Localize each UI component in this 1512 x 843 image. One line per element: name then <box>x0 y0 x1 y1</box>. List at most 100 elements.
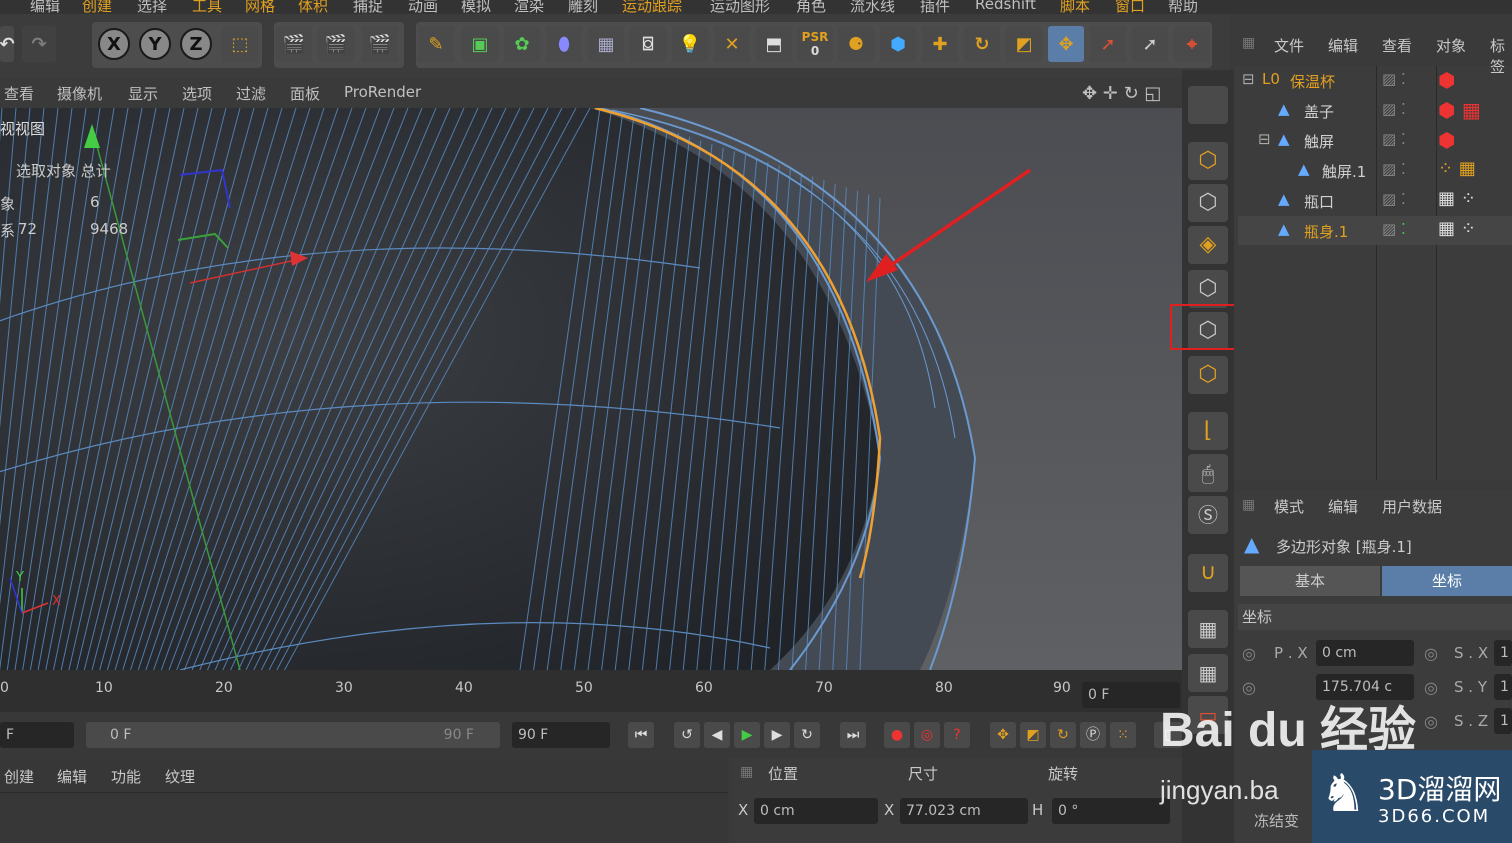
grid-icon[interactable]: ▦ <box>1188 654 1228 692</box>
go-to-end-icon[interactable]: ⏭ <box>840 722 866 748</box>
coordinate-system-icon[interactable]: ⬚ <box>222 26 258 62</box>
view-cube-icon[interactable]: ⬢ <box>880 26 916 62</box>
view-menu-camera[interactable]: 摄像机 <box>57 83 102 104</box>
tab-basic[interactable]: 基本 <box>1240 566 1380 596</box>
workplane-icon[interactable]: ◈ <box>1188 226 1228 264</box>
menu-select[interactable]: 选择 <box>137 0 167 14</box>
rotate-icon[interactable]: ↻ <box>964 26 1000 62</box>
menu-redshift[interactable]: Redshift <box>975 0 1036 13</box>
keyframe-radio-icon[interactable]: ◎ <box>1424 712 1438 731</box>
menu-tools[interactable]: 工具 <box>192 0 222 14</box>
sculpt-mode-icon[interactable] <box>1188 86 1228 124</box>
visibility-icon[interactable]: ▨ ⁚ <box>1382 160 1406 178</box>
view-menu-filter[interactable]: 过滤 <box>236 83 266 104</box>
menu-create[interactable]: 创建 <box>82 0 112 14</box>
menu-character[interactable]: 角色 <box>796 0 826 14</box>
workplane-lock-icon[interactable]: ▦ <box>1188 610 1228 648</box>
keyframe-radio-icon[interactable]: ◎ <box>1424 644 1438 663</box>
keyframe-radio-icon[interactable]: ◎ <box>1424 678 1438 697</box>
move-tool-icon[interactable]: ✥ <box>1048 26 1084 62</box>
scale-icon[interactable]: ◩ <box>1006 26 1042 62</box>
list-item[interactable]: ▲ 瓶口 ▨ ⁚ ▦ ⁘ <box>1238 186 1512 215</box>
obj-menu-file[interactable]: 文件 <box>1274 35 1304 56</box>
mat-menu-create[interactable]: 创建 <box>4 766 34 787</box>
obj-menu-object[interactable]: 对象 <box>1436 35 1466 56</box>
list-item[interactable]: ▲ 瓶身.1 ▨ ⁚ ▦ ⁘ <box>1238 216 1512 245</box>
menu-simulate[interactable]: 模拟 <box>461 0 491 14</box>
pos-x-field[interactable]: 0 cm <box>754 798 878 824</box>
x-axis-lock-button[interactable]: X <box>98 28 130 60</box>
material-tag-icon[interactable]: ⬢ <box>1438 128 1455 152</box>
camera-icon[interactable]: ⌼ <box>630 26 666 62</box>
auto-key-icon[interactable]: ◎ <box>914 722 940 748</box>
visibility-icon[interactable]: ▨ ⁚ <box>1382 220 1406 238</box>
tree-collapse-icon[interactable]: ⊟ <box>1258 130 1271 148</box>
light-bulb-icon[interactable]: 💡 <box>672 26 708 62</box>
menu-help[interactable]: 帮助 <box>1168 0 1198 14</box>
z-axis-lock-button[interactable]: Z <box>180 28 212 60</box>
menu-window[interactable]: 窗口 <box>1115 0 1145 14</box>
play-icon[interactable]: ▶ <box>734 722 760 748</box>
move-axis-icon[interactable]: ✚ <box>922 26 958 62</box>
polygons-mode-icon[interactable]: ⬡ <box>1188 356 1228 394</box>
mat-menu-edit[interactable]: 编辑 <box>57 766 87 787</box>
menu-volume[interactable]: 体积 <box>298 0 328 14</box>
tweak-mode-icon[interactable]: 🖱 <box>1188 454 1228 492</box>
size-x-field[interactable]: 77.023 cm <box>900 798 1028 824</box>
live-select-icon[interactable]: ➚ <box>1090 26 1126 62</box>
axis-mode-icon[interactable]: ⌊ <box>1188 412 1228 450</box>
list-item[interactable]: ⊟ ▲ 触屏 ▨ ⁚ ⬢ <box>1238 126 1512 155</box>
tag-icon[interactable]: ⬒ <box>756 26 792 62</box>
undo-icon[interactable]: ↶ <box>0 26 15 62</box>
rect-select-icon[interactable]: ➚ <box>1132 26 1168 62</box>
cube-primitive-icon[interactable]: ▣ <box>462 26 498 62</box>
mat-menu-texture[interactable]: 纹理 <box>165 766 195 787</box>
render-region-icon[interactable]: 🎬 <box>318 26 354 62</box>
menu-plugins[interactable]: 插件 <box>920 0 950 14</box>
timeline-ruler[interactable]: 0 10 20 30 40 50 60 70 80 90 <box>0 670 1182 712</box>
menu-motion-tracking[interactable]: 运动跟踪 <box>622 0 682 14</box>
menu-animate[interactable]: 动画 <box>408 0 438 14</box>
key-pla-icon[interactable]: ⁙ <box>1110 722 1136 748</box>
tab-coordinates[interactable]: 坐标 <box>1382 566 1512 596</box>
visibility-icon[interactable]: ▨ ⁚ <box>1382 70 1406 88</box>
material-tag-icon[interactable]: ⬢ <box>1438 68 1455 92</box>
sy-field[interactable]: 1 <box>1494 674 1512 700</box>
go-to-start-icon[interactable]: ⏮ <box>628 722 654 748</box>
obj-menu-view[interactable]: 查看 <box>1382 35 1412 56</box>
redo-icon[interactable]: ↷ <box>22 26 56 62</box>
visibility-icon[interactable]: ▨ ⁚ <box>1382 100 1406 118</box>
sz-field[interactable]: 1 <box>1494 708 1512 734</box>
model-mode-icon[interactable]: ⬡ <box>1188 142 1228 180</box>
material-tag-icon[interactable]: ▦ ⁘ <box>1438 218 1476 239</box>
attr-menu-edit[interactable]: 编辑 <box>1328 496 1358 517</box>
material-tag-icon[interactable]: ⬢ ▦ <box>1438 98 1481 122</box>
key-scale-icon[interactable]: ◩ <box>1020 722 1046 748</box>
viewport-nav-icons[interactable]: ✥ ✛ ↻ ◱ <box>1082 83 1161 104</box>
mat-menu-function[interactable]: 功能 <box>111 766 141 787</box>
start-frame-field[interactable]: F <box>0 722 74 748</box>
rot-h-field[interactable]: 0 ° <box>1052 798 1170 824</box>
sx-field[interactable]: 1 <box>1494 640 1512 666</box>
list-item[interactable]: ⊟ L0 保温杯 ▨ ⁚ ⬢ <box>1238 66 1512 95</box>
record-icon[interactable]: ● <box>884 722 910 748</box>
menu-sculpt[interactable]: 雕刻 <box>568 0 598 14</box>
y-axis-lock-button[interactable]: Y <box>139 28 171 60</box>
keyframe-radio-icon[interactable]: ◎ <box>1242 644 1256 663</box>
attr-menu-mode[interactable]: 模式 <box>1274 496 1304 517</box>
px-field[interactable]: 0 cm <box>1316 640 1414 666</box>
texture-mode-icon[interactable]: ⬡ <box>1188 184 1228 222</box>
snap-magnet-icon[interactable]: ∪ <box>1188 554 1228 592</box>
obj-menu-edit[interactable]: 编辑 <box>1328 35 1358 56</box>
transform-icon[interactable]: ⌖ <box>1174 26 1210 62</box>
prev-frame-icon[interactable]: ◀ <box>704 722 730 748</box>
view-menu-display[interactable]: 显示 <box>128 83 158 104</box>
solo-mode-icon[interactable]: Ⓢ <box>1188 496 1228 534</box>
render-settings-icon[interactable]: 🎬 <box>362 26 398 62</box>
view-menu-prorender[interactable]: ProRender <box>344 83 421 101</box>
keyframe-help-icon[interactable]: ? <box>944 722 970 748</box>
visibility-icon[interactable]: ▨ ⁚ <box>1382 190 1406 208</box>
floor-icon[interactable]: ▦ <box>588 26 624 62</box>
next-key-icon[interactable]: ↻ <box>794 722 820 748</box>
visibility-icon[interactable]: ▨ ⁚ <box>1382 130 1406 148</box>
